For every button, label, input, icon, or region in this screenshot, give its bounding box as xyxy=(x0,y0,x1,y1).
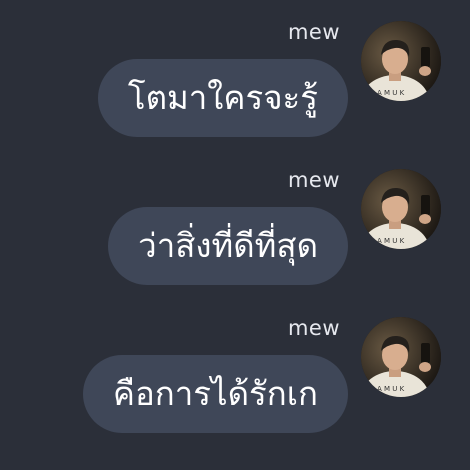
user-avatar-photo-icon: A M U K xyxy=(361,317,441,397)
message-text: โตมาใครจะรู้ xyxy=(127,78,318,117)
sender-name: mew xyxy=(287,316,340,340)
message-text: ว่าสิ่งที่ดีที่สุด xyxy=(138,226,318,265)
chat-thread: mew A M U K โตมาใครจะรู้ mew A M U K ว่า… xyxy=(0,0,470,470)
message-bubble[interactable]: คือการได้รักเก xyxy=(82,355,348,433)
message-row: mew A M U K โตมาใครจะรู้ xyxy=(0,0,470,140)
message-bubble[interactable]: โตมาใครจะรู้ xyxy=(97,59,348,137)
user-avatar-photo-icon: A M U K xyxy=(361,21,441,101)
sender-name: mew xyxy=(287,168,340,192)
user-avatar-photo-icon: A M U K xyxy=(361,169,441,249)
avatar[interactable]: A M U K xyxy=(361,21,441,101)
avatar[interactable]: A M U K xyxy=(361,169,441,249)
message-row: mew A M U K ว่าสิ่งที่ดีที่สุด xyxy=(0,148,470,288)
avatar[interactable]: A M U K xyxy=(361,317,441,397)
svg-text:A M U K: A M U K xyxy=(377,237,405,245)
svg-text:A M U K: A M U K xyxy=(377,385,405,393)
message-text: คือการได้รักเก xyxy=(112,374,318,413)
sender-name: mew xyxy=(287,20,340,44)
message-row: mew A M U K คือการได้รักเก xyxy=(0,296,470,436)
svg-text:A M U K: A M U K xyxy=(377,89,405,97)
message-bubble[interactable]: ว่าสิ่งที่ดีที่สุด xyxy=(108,207,348,285)
